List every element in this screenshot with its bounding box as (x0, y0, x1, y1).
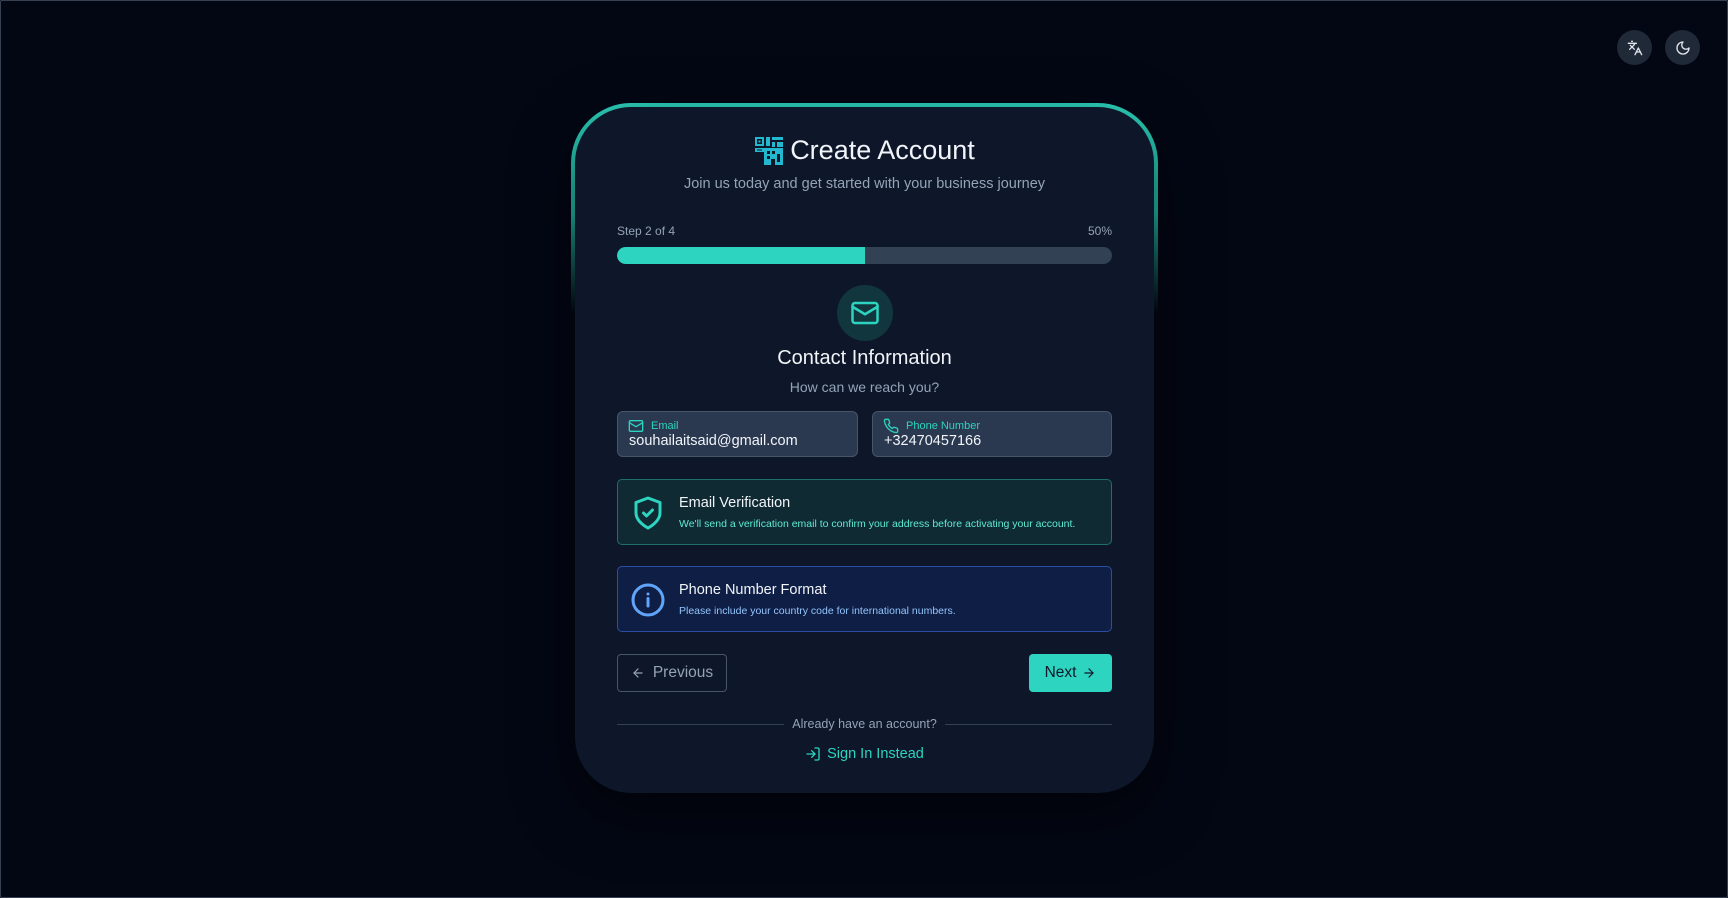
arrow-right-icon (1084, 668, 1095, 678)
notice-text: We'll send a verification email to confi… (679, 518, 1076, 530)
next-button-label: Next (1044, 664, 1077, 681)
section-title: Contact Information (777, 347, 952, 369)
divider-line (617, 723, 785, 725)
phone-field[interactable]: Phone Number +32470457166 (872, 411, 1112, 457)
already-account-text: Already have an account? (792, 717, 937, 731)
email-field-label: Email (651, 420, 679, 432)
email-field-value[interactable]: souhailaitsaid@gmail.com (629, 433, 798, 449)
progress-fill (617, 247, 865, 264)
translate-icon (1627, 40, 1642, 55)
moon-icon (1675, 40, 1690, 55)
mail-icon (850, 301, 879, 325)
page-subtitle: Join us today and get started with your … (683, 176, 1046, 192)
email-field[interactable]: Email souhailaitsaid@gmail.com (617, 411, 858, 457)
progress-percent: 50% (1087, 224, 1112, 238)
shield-check-icon (634, 496, 662, 530)
mail-icon (628, 420, 644, 432)
notice-text: Please include your country code for int… (679, 605, 956, 617)
notice-title: Phone Number Format (679, 582, 827, 598)
step-indicator: Step 2 of 4 50% (617, 224, 1112, 238)
arrow-left-icon (633, 668, 643, 678)
sign-in-label: Sign In Instead (827, 746, 924, 762)
log-in-icon (806, 747, 820, 761)
page-title: Create Account (790, 135, 975, 165)
previous-button-label: Previous (652, 664, 714, 681)
notice-title: Email Verification (679, 495, 791, 511)
section-subtitle: How can we reach you? (789, 379, 940, 395)
step-label: Step 2 of 4 (617, 224, 676, 238)
signup-card: Create Account Join us today and get sta… (575, 107, 1154, 793)
progress-bar (617, 247, 1112, 264)
sign-in-link[interactable]: Sign In Instead (617, 746, 1112, 762)
phone-field-label: Phone Number (906, 420, 980, 432)
next-button[interactable]: Next (1029, 654, 1112, 692)
phone-icon (883, 418, 899, 434)
info-icon (631, 583, 665, 617)
app-logo-icon (755, 136, 784, 165)
account-divider: Already have an account? (617, 717, 1113, 731)
phone-field-value[interactable]: +32470457166 (884, 433, 981, 449)
theme-toggle-button[interactable] (1665, 30, 1700, 65)
divider-line (944, 723, 1113, 725)
previous-button[interactable]: Previous (617, 654, 727, 692)
language-button[interactable] (1617, 30, 1652, 65)
phone-format-notice: Phone Number Format Please include your … (617, 566, 1112, 632)
app-frame: Create Account Join us today and get sta… (0, 0, 1728, 898)
email-verification-notice: Email Verification We'll send a verifica… (617, 479, 1112, 545)
card-header: Create Account (617, 135, 1112, 166)
section-icon-badge (836, 285, 893, 341)
